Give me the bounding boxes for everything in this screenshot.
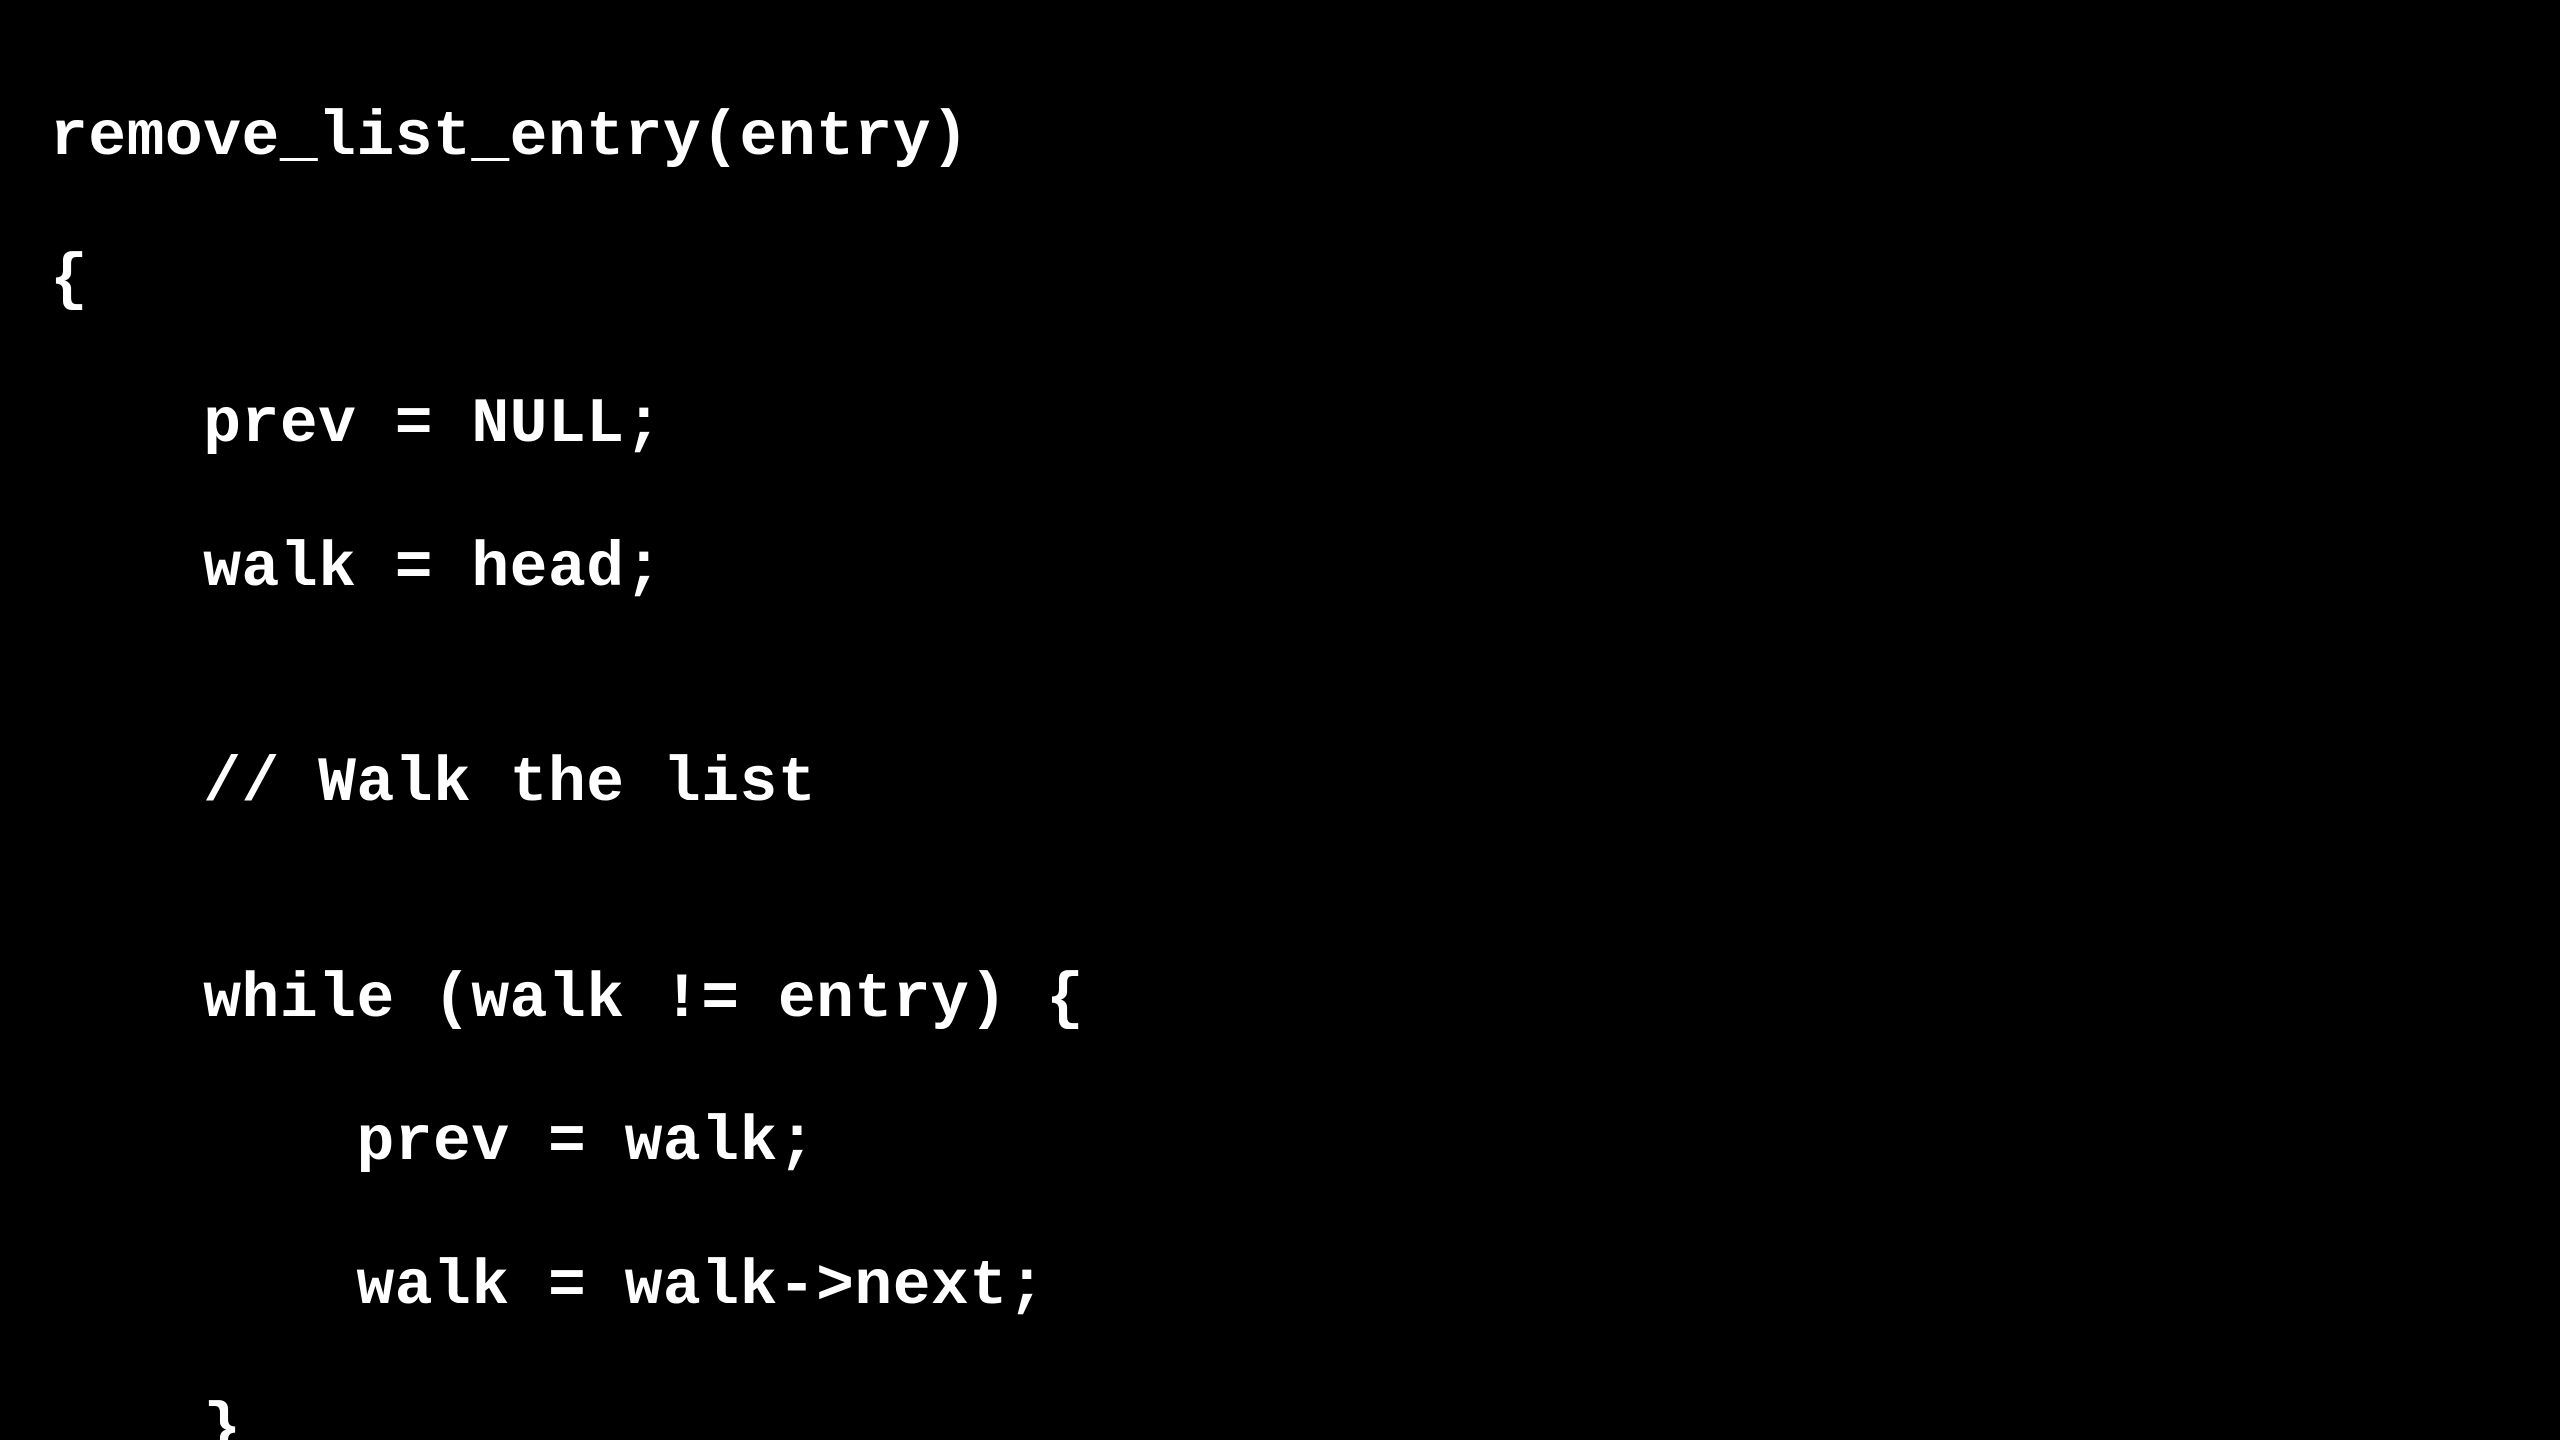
code-line: prev = walk; (50, 1107, 2510, 1179)
code-block: remove_list_entry(entry) { prev = NULL; … (0, 0, 2560, 1440)
code-line: } (50, 1394, 2510, 1440)
code-line: while (walk != entry) { (50, 964, 2510, 1036)
code-line: prev = NULL; (50, 389, 2510, 461)
code-line: walk = head; (50, 533, 2510, 605)
code-line: walk = walk->next; (50, 1251, 2510, 1323)
code-line: // Walk the list (50, 748, 2510, 820)
code-line: remove_list_entry(entry) (50, 102, 2510, 174)
code-line: { (50, 245, 2510, 317)
